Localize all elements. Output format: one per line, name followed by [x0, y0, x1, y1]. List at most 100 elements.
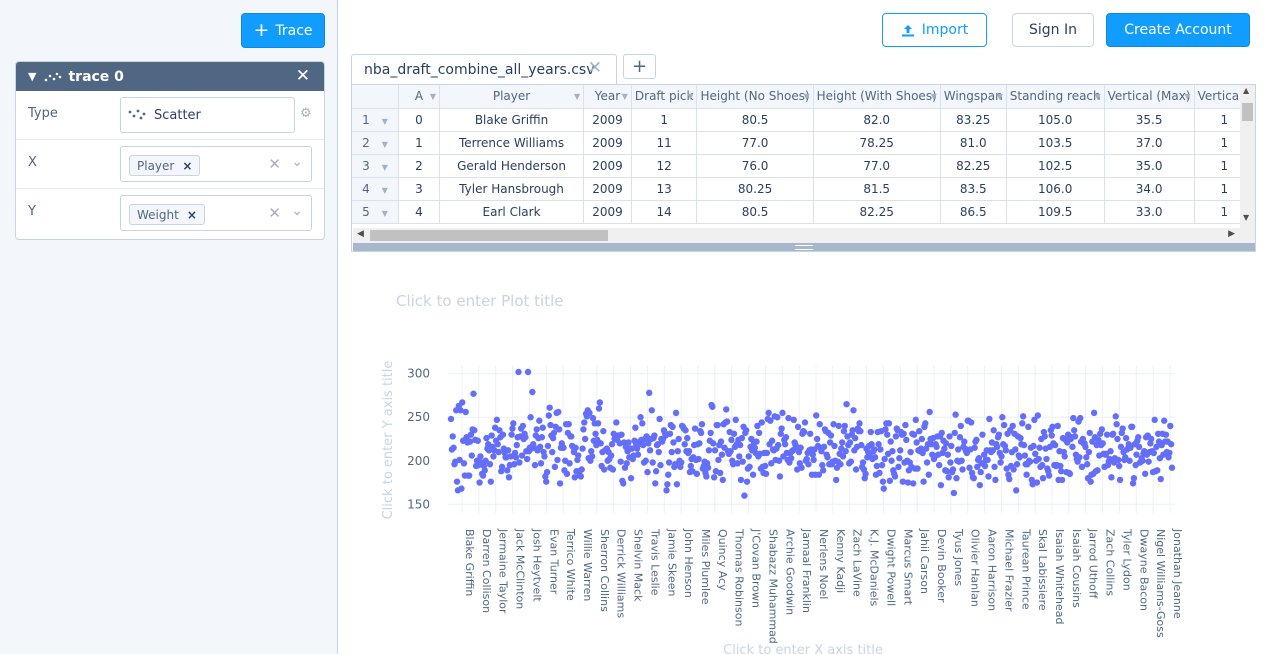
table-cell[interactable]: 102.5 — [1006, 154, 1105, 178]
sort-caret-icon[interactable]: ▼ — [803, 92, 809, 101]
table-cell[interactable]: 11 — [631, 131, 698, 155]
add-tab-button[interactable]: + — [623, 54, 656, 79]
x-column-select[interactable]: Player × ✕ ⌄ — [120, 146, 312, 182]
table-cell[interactable]: 109.5 — [1006, 200, 1105, 224]
table-cell[interactable]: 2 — [398, 154, 440, 178]
table-cell[interactable]: 76.0 — [696, 154, 814, 178]
column-header[interactable]: Height (No Shoes) ▼ — [696, 85, 814, 109]
import-button[interactable]: Import — [882, 13, 987, 47]
table-cell[interactable]: 2009 — [583, 200, 632, 224]
scroll-left-icon[interactable]: ◀ — [357, 229, 364, 239]
table-cell[interactable]: 0 — [398, 108, 440, 132]
table-cell[interactable]: 83.25 — [940, 108, 1007, 132]
table-cell[interactable]: 106.0 — [1006, 177, 1105, 201]
table-cell[interactable]: 37.0 — [1104, 131, 1195, 155]
table-row[interactable]: 2 ▼ 1 Terrence Williams 2009 11 77.0 78.25 81.0 1… — [352, 131, 1255, 155]
table-cell[interactable]: 34.0 — [1104, 177, 1195, 201]
table-row[interactable]: 4 ▼ 3 Tyler Hansbrough 2009 13 80.25 81.5 83.5 10… — [352, 177, 1255, 201]
table-cell[interactable]: 3 — [398, 177, 440, 201]
sign-in-button[interactable]: Sign In — [1012, 13, 1094, 47]
plot-title-placeholder[interactable]: Click to enter Plot title — [396, 292, 563, 310]
drag-handle-icon[interactable] — [795, 245, 813, 250]
table-cell[interactable]: 12 — [631, 154, 698, 178]
vertical-scroll-thumb[interactable] — [1242, 103, 1253, 121]
table-cell[interactable]: Terrence Williams — [439, 131, 585, 155]
column-header[interactable]: Standing reach ▼ — [1006, 85, 1105, 109]
trace-header[interactable]: ▼ trace 0 ✕ — [16, 62, 324, 91]
scroll-right-icon[interactable]: ▶ — [1228, 229, 1235, 239]
table-cell[interactable]: 1 — [631, 108, 698, 132]
table-cell[interactable]: 35.5 — [1104, 108, 1195, 132]
sort-caret-icon[interactable]: ▼ — [997, 92, 1003, 101]
remove-x-icon[interactable]: × — [182, 159, 192, 173]
vertical-scrollbar[interactable]: ▲ ▼ — [1240, 85, 1255, 228]
close-tab-icon[interactable]: ✕ — [588, 58, 602, 78]
grid-resize-splitter[interactable] — [353, 243, 1255, 251]
row-header[interactable]: 1 ▼ — [352, 108, 400, 132]
sort-caret-icon[interactable]: ▼ — [1184, 92, 1190, 101]
table-cell[interactable]: 105.0 — [1006, 108, 1105, 132]
row-header[interactable]: 2 ▼ — [352, 131, 400, 155]
table-cell[interactable]: 82.25 — [940, 154, 1007, 178]
clear-x-icon[interactable]: ✕ — [268, 155, 281, 173]
row-header[interactable]: 4 ▼ — [352, 177, 400, 201]
row-header[interactable]: 5 ▼ — [352, 200, 400, 224]
row-caret-icon[interactable]: ▼ — [382, 117, 388, 126]
table-cell[interactable]: 82.25 — [813, 200, 941, 224]
chevron-down-icon[interactable]: ⌄ — [291, 203, 303, 219]
table-cell[interactable]: 2009 — [583, 177, 632, 201]
table-cell[interactable]: Tyler Hansbrough — [439, 177, 585, 201]
y-column-select[interactable]: Weight × ✕ ⌄ — [120, 195, 312, 231]
horizontal-scrollbar[interactable]: ◀ ▶ — [353, 228, 1255, 243]
column-header[interactable]: Wingspan ▼ — [940, 85, 1007, 109]
sort-caret-icon[interactable]: ▼ — [622, 92, 628, 101]
table-cell[interactable]: 81.5 — [813, 177, 941, 201]
table-cell[interactable]: 14 — [631, 200, 698, 224]
table-cell[interactable]: 33.0 — [1104, 200, 1195, 224]
table-cell[interactable]: 35.0 — [1104, 154, 1195, 178]
row-caret-icon[interactable]: ▼ — [382, 140, 388, 149]
table-cell[interactable]: 86.5 — [940, 200, 1007, 224]
remove-y-icon[interactable]: × — [187, 208, 197, 222]
gear-icon[interactable]: ⚙ — [300, 106, 312, 121]
table-cell[interactable]: 80.5 — [696, 108, 814, 132]
trace-type-selector[interactable]: Scatter — [120, 97, 295, 133]
row-caret-icon[interactable]: ▼ — [382, 209, 388, 218]
file-tab[interactable]: nba_draft_combine_all_years.csv ✕ — [351, 54, 617, 84]
table-cell[interactable]: 13 — [631, 177, 698, 201]
chevron-down-icon[interactable]: ▼ — [28, 70, 36, 83]
table-cell[interactable]: 4 — [398, 200, 440, 224]
sort-caret-icon[interactable]: ▼ — [687, 92, 693, 101]
table-cell[interactable]: 83.5 — [940, 177, 1007, 201]
column-header[interactable]: Year ▼ — [583, 85, 632, 109]
add-trace-button[interactable]: + Trace — [241, 13, 325, 48]
table-cell[interactable]: 77.0 — [696, 131, 814, 155]
table-cell[interactable]: 80.25 — [696, 177, 814, 201]
sort-caret-icon[interactable]: ▼ — [1094, 92, 1100, 101]
table-cell[interactable]: Blake Griffin — [439, 108, 585, 132]
column-header[interactable]: A ▼ — [398, 85, 440, 109]
table-row[interactable]: 3 ▼ 2 Gerald Henderson 2009 12 76.0 77.0 82.25 10… — [352, 154, 1255, 178]
table-cell[interactable]: 77.0 — [813, 154, 941, 178]
column-header[interactable]: Vertical (Max) ▼ — [1104, 85, 1195, 109]
table-cell[interactable]: 1 — [398, 131, 440, 155]
chevron-down-icon[interactable]: ⌄ — [291, 154, 303, 170]
scatter-plot[interactable]: 150 200 250 300 Blake Griffin Darren Colliso… — [370, 345, 1250, 654]
scroll-up-icon[interactable]: ▲ — [1243, 86, 1249, 95]
y-axis-title-placeholder[interactable]: Click to enter Y axis title — [381, 361, 396, 520]
table-cell[interactable]: Gerald Henderson — [439, 154, 585, 178]
table-cell[interactable]: 80.5 — [696, 200, 814, 224]
table-cell[interactable]: 82.0 — [813, 108, 941, 132]
table-cell[interactable]: 2009 — [583, 108, 632, 132]
clear-y-icon[interactable]: ✕ — [268, 204, 281, 222]
create-account-button[interactable]: Create Account — [1106, 13, 1250, 47]
column-header[interactable]: Draft pick ▼ — [631, 85, 698, 109]
column-header[interactable]: Height (With Shoes) ▼ — [813, 85, 941, 109]
row-caret-icon[interactable]: ▼ — [382, 163, 388, 172]
table-cell[interactable]: Earl Clark — [439, 200, 585, 224]
x-axis-title-placeholder[interactable]: Click to enter X axis title — [723, 643, 883, 654]
table-cell[interactable]: 81.0 — [940, 131, 1007, 155]
table-cell[interactable]: 2009 — [583, 154, 632, 178]
row-header[interactable]: 3 ▼ — [352, 154, 400, 178]
column-header[interactable]: Player ▼ — [439, 85, 585, 109]
